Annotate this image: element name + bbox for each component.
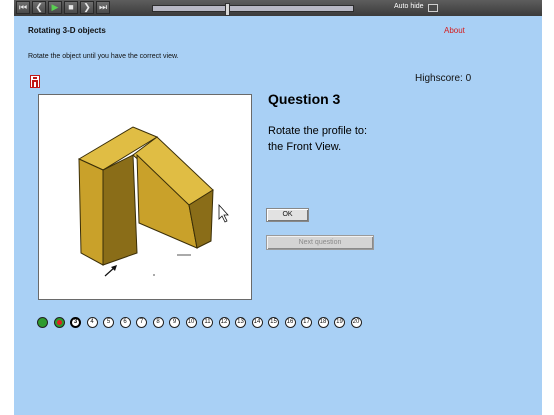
step-back-icon: ❮	[35, 2, 43, 12]
skip-start-icon: ⏮	[18, 2, 28, 12]
autohide-label: Auto hide	[394, 3, 424, 10]
question-circle-9[interactable]: 9	[169, 317, 180, 328]
step-forward-icon: ❯	[83, 2, 91, 12]
ok-button[interactable]: OK	[266, 208, 309, 222]
help-icon[interactable]	[30, 75, 40, 88]
object-side-face	[102, 154, 138, 266]
question-circle-1[interactable]	[37, 317, 48, 328]
stop-button[interactable]: ■	[64, 1, 78, 14]
question-text: Rotate the profile to: the Front View.	[268, 123, 468, 155]
instructions-text: Rotate the object until you have the cor…	[28, 53, 179, 60]
step-back-button[interactable]: ❮	[32, 1, 46, 14]
mouse-cursor-icon	[218, 203, 229, 223]
question-circle-10[interactable]: 10	[185, 317, 197, 328]
question-circle-12[interactable]: 12	[218, 317, 230, 328]
question-title: Question 3	[268, 91, 341, 107]
skip-start-button[interactable]: ⏮	[16, 1, 30, 14]
progress-bar[interactable]	[152, 3, 354, 16]
play-button[interactable]: ▶	[48, 1, 62, 14]
question-circle-11[interactable]: 11	[202, 317, 213, 328]
question-circle-19[interactable]: 19	[334, 317, 345, 328]
player-toolbar: ⏮ ❮ ▶ ■ ❯ ⏭ Auto hide	[14, 0, 542, 16]
object-front-face	[78, 158, 104, 266]
question-circle-17[interactable]: 17	[301, 317, 312, 328]
question-circle-5[interactable]: 5	[103, 317, 114, 328]
question-circle-13[interactable]: 13	[235, 317, 246, 328]
play-icon: ▶	[51, 2, 59, 12]
question-circle-14[interactable]: 14	[251, 317, 263, 328]
question-text-line1: Rotate the profile to:	[268, 125, 368, 137]
autohide-checkbox[interactable]	[428, 4, 438, 12]
question-circle-15[interactable]: 15	[268, 317, 279, 328]
stop-icon: ■	[68, 2, 74, 12]
question-circle-7[interactable]: 7	[136, 317, 147, 328]
step-forward-button[interactable]: ❯	[80, 1, 94, 14]
question-circle-16[interactable]: 16	[284, 317, 296, 328]
object-viewer[interactable]	[38, 94, 252, 300]
question-text-line2: the Front View.	[268, 141, 342, 153]
question-circle-2[interactable]	[53, 317, 65, 328]
question-circle-4[interactable]: 4	[86, 317, 98, 328]
3d-object-canvas[interactable]	[39, 95, 251, 299]
question-circle-18[interactable]: 18	[317, 317, 329, 328]
next-question-button[interactable]: Next question	[266, 235, 374, 250]
question-circle-3[interactable]: 3	[70, 317, 81, 328]
skip-end-icon: ⏭	[98, 2, 108, 12]
arrow-pointer-icon	[104, 265, 117, 277]
app-window: ⏮ ❮ ▶ ■ ❯ ⏭ Auto hide Rotating 3-D objects Ab…	[14, 0, 542, 415]
highscore: Highscore: 0	[415, 73, 472, 84]
progress-knob[interactable]	[225, 3, 230, 16]
about-link[interactable]: About	[444, 26, 465, 35]
question-circle-8[interactable]: 8	[152, 317, 164, 328]
question-circle-20[interactable]: 20	[350, 317, 362, 328]
skip-end-button[interactable]: ⏭	[96, 1, 110, 14]
question-circle-6[interactable]: 6	[119, 317, 131, 328]
page-title: Rotating 3-D objects	[28, 26, 106, 35]
